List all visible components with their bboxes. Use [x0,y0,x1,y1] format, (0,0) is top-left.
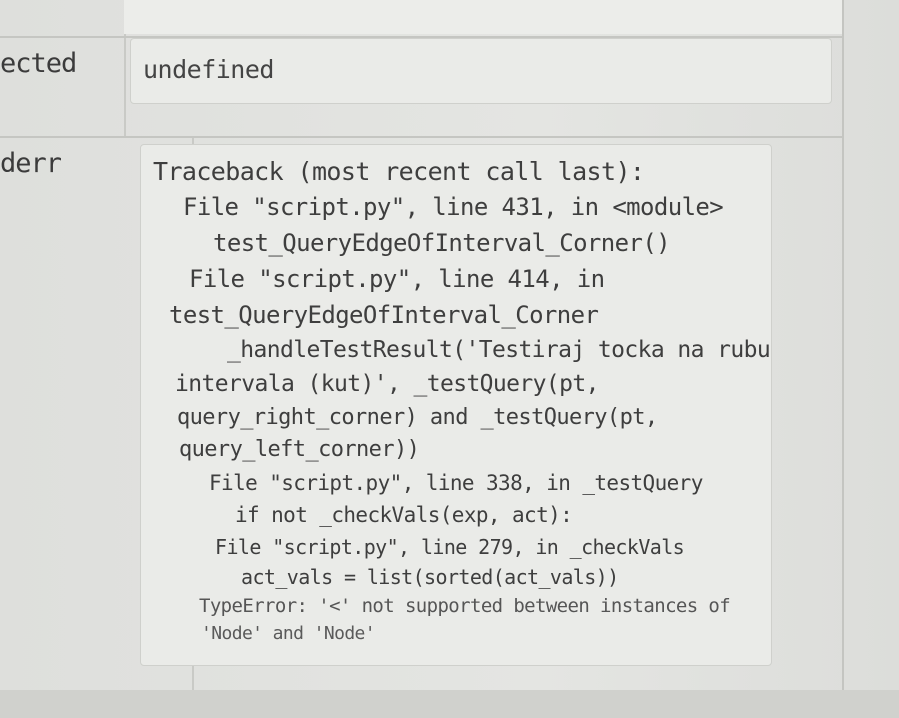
traceback-line: intervala (kut)', _testQuery(pt, [175,371,600,397]
value-cell [124,0,842,34]
traceback-line: File "script.py", line 279, in _checkVal… [215,535,685,559]
expected-value: undefined [143,55,274,84]
expected-value-box: undefined [130,38,832,104]
traceback-line: Traceback (most recent call last): [153,157,645,186]
traceback-line: query_left_corner)) [179,437,420,462]
traceback-line: File "script.py", line 338, in _testQuer… [209,471,703,495]
screen-bottom-edge [0,690,899,718]
traceback-line: _handleTestResult('Testiraj tocka na rub… [227,337,771,363]
table-row [0,0,842,36]
stderr-output-box: Traceback (most recent call last): File … [140,144,772,666]
stderr-row: derr Traceback (most recent call last): … [0,136,842,692]
traceback-line: query_right_corner) and _testQuery(pt, [177,405,658,430]
traceback-line: test_QueryEdgeOfInterval_Corner() [213,229,671,257]
traceback-line: File "script.py", line 431, in <module> [183,193,724,221]
traceback-line: test_QueryEdgeOfInterval_Corner [169,301,599,329]
screen: ected undefined derr Traceback (most rec… [0,0,899,718]
expected-label-cell: ected [0,38,126,138]
traceback-line: act_vals = list(sorted(act_vals)) [241,565,619,589]
expected-label: ected [0,48,77,79]
result-table: ected undefined derr Traceback (most rec… [0,0,844,692]
label-cell [0,0,126,36]
expected-row: ected undefined [0,36,842,138]
error-message-line: 'Node' and 'Node' [201,623,376,644]
error-message-line: TypeError: '<' not supported between ins… [199,595,731,617]
stderr-label: derr [0,148,62,179]
traceback-line: File "script.py", line 414, in [189,265,605,293]
traceback-line: if not _checkVals(exp, act): [235,503,573,527]
